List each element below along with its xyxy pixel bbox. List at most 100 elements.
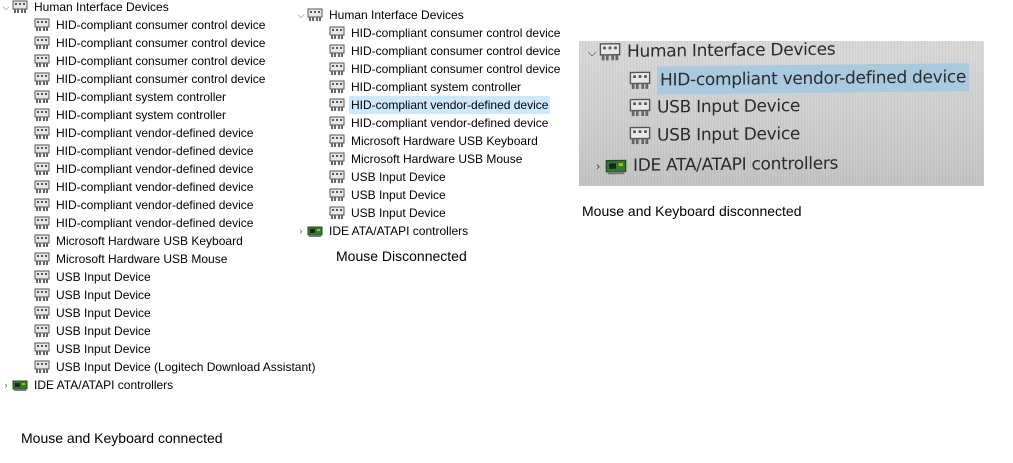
chevron-down-icon[interactable]: ⌵ xyxy=(0,0,12,16)
tree-children: HID-compliant consumer control device HID… xyxy=(0,16,320,376)
device-label: HID-compliant vendor-defined device xyxy=(56,144,254,158)
hid-device-icon xyxy=(329,62,345,76)
tree-node-human-interface-devices[interactable]: ⌵ Human Interface Devices xyxy=(0,0,320,16)
device-list-item[interactable]: USB Input Device xyxy=(34,340,320,358)
tree-node-label: Human Interface Devices xyxy=(34,0,169,14)
device-list-item[interactable]: HID-compliant system controller xyxy=(34,106,320,124)
device-list-item[interactable]: USB Input Device xyxy=(34,304,320,322)
hid-device-icon xyxy=(34,324,50,338)
ide-controller-icon xyxy=(12,378,28,392)
hid-device-icon xyxy=(329,152,345,166)
device-list-item[interactable]: Microsoft Hardware USB Mouse xyxy=(329,150,575,168)
device-label: HID-compliant system controller xyxy=(56,108,227,122)
device-list-item[interactable]: HID-compliant vendor-defined device xyxy=(329,96,575,114)
device-list-item[interactable]: HID-compliant vendor-defined device xyxy=(329,114,575,132)
tree-node-human-interface-devices[interactable]: ⌵ Human Interface Devices xyxy=(295,6,575,24)
device-tree-mouse-disconnected: ⌵ Human Interface Devices HID-compliant … xyxy=(295,6,575,240)
device-list-item[interactable]: USB Input Device xyxy=(34,322,320,340)
device-label: HID-compliant system controller xyxy=(351,80,522,94)
device-list-item[interactable]: USB Input Device xyxy=(629,92,800,122)
device-list-item[interactable]: HID-compliant consumer control device xyxy=(34,70,320,88)
hid-device-icon xyxy=(34,90,50,104)
hid-device-icon xyxy=(329,170,345,184)
device-list-item[interactable]: HID-compliant consumer control device xyxy=(34,34,320,52)
tree-node-ide-ata-atapi-controllers[interactable]: › IDE ATA/ATAPI controllers xyxy=(0,376,320,394)
device-list-item[interactable]: HID-compliant system controller xyxy=(34,88,320,106)
device-list-item[interactable]: USB Input Device xyxy=(629,120,800,150)
device-list-item[interactable]: HID-compliant vendor-defined device xyxy=(34,214,320,232)
device-list-item[interactable]: HID-compliant vendor-defined device xyxy=(34,142,320,160)
caption-connected: Mouse and Keyboard connected xyxy=(21,430,223,446)
hid-device-icon xyxy=(12,0,28,14)
device-list-item[interactable]: HID-compliant consumer control device xyxy=(329,42,575,60)
tree-node-ide-ata-atapi-controllers[interactable]: › IDE ATA/ATAPI controllers xyxy=(295,222,575,240)
hid-device-icon xyxy=(34,36,50,50)
device-tree-connected: ⌵ Human Interface Devices HID-compliant … xyxy=(0,0,320,394)
device-list-item[interactable]: HID-compliant vendor-defined device xyxy=(629,63,970,95)
device-list-item[interactable]: HID-compliant vendor-defined device xyxy=(34,178,320,196)
chevron-right-icon[interactable]: › xyxy=(0,376,12,394)
device-list-item[interactable]: HID-compliant system controller xyxy=(329,78,575,96)
device-label: HID-compliant system controller xyxy=(56,90,227,104)
caption-mouse-disconnected: Mouse Disconnected xyxy=(336,248,467,264)
hid-device-icon xyxy=(329,206,345,220)
hid-device-icon xyxy=(329,116,345,130)
device-list-item[interactable]: Microsoft Hardware USB Keyboard xyxy=(329,132,575,150)
device-list-item[interactable]: Microsoft Hardware USB Keyboard xyxy=(34,232,320,250)
device-list-item[interactable]: HID-compliant vendor-defined device xyxy=(34,160,320,178)
hid-device-icon xyxy=(34,18,50,32)
hid-device-icon xyxy=(34,360,50,374)
device-list-item[interactable]: HID-compliant consumer control device xyxy=(34,52,320,70)
device-list-item[interactable]: USB Input Device xyxy=(329,204,575,222)
device-list-item[interactable]: HID-compliant consumer control device xyxy=(329,60,575,78)
device-label: Microsoft Hardware USB Mouse xyxy=(351,152,523,166)
device-label: HID-compliant consumer control device xyxy=(351,62,561,76)
hid-device-icon xyxy=(34,270,50,284)
device-list-item[interactable]: USB Input Device (Logitech Download Assi… xyxy=(34,358,320,376)
device-label: HID-compliant vendor-defined device xyxy=(56,216,254,230)
hid-device-icon xyxy=(34,144,50,158)
chevron-right-icon[interactable]: › xyxy=(295,222,307,240)
tree-node-label: IDE ATA/ATAPI controllers xyxy=(633,153,839,176)
device-list-item[interactable]: HID-compliant vendor-defined device xyxy=(34,124,320,142)
device-label: HID-compliant vendor-defined device xyxy=(657,63,970,95)
device-list-item[interactable]: HID-compliant consumer control device xyxy=(329,24,575,42)
tree-node-human-interface-devices[interactable]: ⌵ Human Interface Devices xyxy=(585,41,836,66)
hid-device-icon xyxy=(34,306,50,320)
device-label: USB Input Device xyxy=(56,306,151,320)
hid-device-icon xyxy=(34,342,50,356)
device-label: USB Input Device xyxy=(56,324,151,338)
device-list-item[interactable]: HID-compliant consumer control device xyxy=(34,16,320,34)
device-label: USB Input Device xyxy=(56,342,151,356)
device-label: Microsoft Hardware USB Keyboard xyxy=(56,234,243,248)
device-list-item[interactable]: USB Input Device xyxy=(34,268,320,286)
device-label: USB Input Device xyxy=(351,170,446,184)
device-label: HID-compliant consumer control device xyxy=(56,18,266,32)
device-label: USB Input Device xyxy=(351,206,446,220)
device-label: HID-compliant consumer control device xyxy=(56,72,266,86)
device-label: HID-compliant vendor-defined device xyxy=(56,162,254,176)
device-label: USB Input Device xyxy=(657,124,801,146)
hid-device-icon xyxy=(329,80,345,94)
device-list-item[interactable]: USB Input Device xyxy=(34,286,320,304)
hid-device-icon xyxy=(34,198,50,212)
device-label: USB Input Device xyxy=(351,188,446,202)
device-list-item[interactable]: USB Input Device xyxy=(329,186,575,204)
hid-device-icon xyxy=(629,98,651,118)
device-list-item[interactable]: Microsoft Hardware USB Mouse xyxy=(34,250,320,268)
device-list-item[interactable]: USB Input Device xyxy=(329,168,575,186)
chevron-right-icon[interactable]: › xyxy=(591,152,605,180)
device-label: HID-compliant consumer control device xyxy=(351,44,561,58)
chevron-down-icon[interactable]: ⌵ xyxy=(585,41,599,66)
hid-device-icon xyxy=(34,180,50,194)
ide-controller-icon xyxy=(307,224,323,238)
device-label: Microsoft Hardware USB Mouse xyxy=(56,252,228,266)
tree-node-label: IDE ATA/ATAPI controllers xyxy=(329,224,469,238)
chevron-down-icon[interactable]: ⌵ xyxy=(295,6,307,24)
hid-device-icon xyxy=(629,126,651,146)
device-label: HID-compliant consumer control device xyxy=(56,54,266,68)
hid-device-icon xyxy=(329,98,345,112)
device-label: HID-compliant vendor-defined device xyxy=(56,198,254,212)
device-list-item[interactable]: HID-compliant vendor-defined device xyxy=(34,196,320,214)
tree-node-ide-ata-atapi-controllers[interactable]: › IDE ATA/ATAPI controllers xyxy=(591,150,838,181)
